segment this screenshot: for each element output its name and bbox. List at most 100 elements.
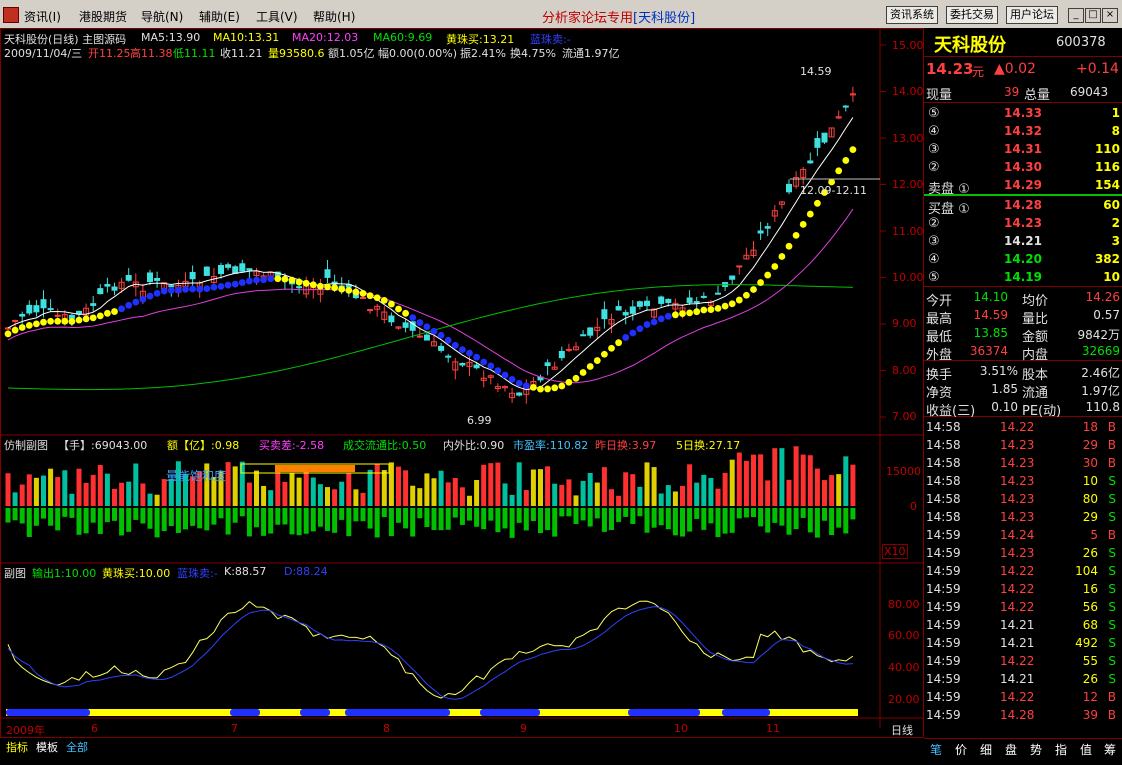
sell-level-3[interactable]: ③ 14.31 110: [924, 140, 1122, 158]
buy-level-4[interactable]: ④ 14.20 382: [924, 250, 1122, 268]
blue-bead: [175, 286, 182, 294]
money-flow-bar: [48, 508, 54, 526]
tab-value[interactable]: 值: [1080, 741, 1092, 758]
buy-level-1[interactable]: 买盘 ① 14.28 60: [924, 196, 1122, 217]
menu-news[interactable]: 资讯(I): [24, 8, 61, 25]
menu-help[interactable]: 帮助(H): [313, 8, 355, 25]
money-flow-bar: [317, 508, 323, 527]
money-flow-bar: [396, 508, 401, 523]
blue-bead: [487, 362, 495, 370]
price-tick: 9.00: [892, 317, 917, 330]
menu-tools[interactable]: 工具(V): [256, 8, 298, 25]
buy-level-3[interactable]: ③ 14.21 3: [924, 232, 1122, 250]
candle-body: [68, 314, 75, 319]
signal-strip-blue: [480, 709, 540, 716]
menu-hk-futures[interactable]: 港股期货: [79, 8, 127, 25]
app-icon[interactable]: [3, 7, 19, 23]
money-flow-bar: [722, 508, 728, 534]
sell-level-2[interactable]: ② 14.30 116: [924, 158, 1122, 176]
money-flow-bar: [239, 508, 245, 517]
trade-button[interactable]: 委托交易: [946, 6, 998, 24]
stock-name: 天科股份: [934, 35, 1006, 56]
tick-row: 14:58 14.23 10 S: [924, 472, 1122, 490]
tab-chips[interactable]: 筹: [1104, 741, 1116, 758]
tick-side: B: [1107, 690, 1116, 704]
tab-detail[interactable]: 细: [980, 741, 992, 758]
tick-row: 14:58 14.23 80 S: [924, 490, 1122, 508]
tab-indicator[interactable]: 指标: [6, 739, 28, 755]
candle-body: [736, 265, 743, 268]
volume-bar: [445, 482, 451, 506]
yellow-bead: [714, 304, 722, 312]
tab-trend[interactable]: 势: [1030, 741, 1042, 758]
candle-body: [111, 286, 118, 291]
money-flow-bar: [147, 508, 153, 529]
money-flow-bar: [303, 508, 309, 534]
ohlc-date: 2009/11/04/三: [4, 47, 83, 60]
period-label[interactable]: 日线: [891, 722, 913, 738]
tab-trades[interactable]: 笔: [930, 741, 942, 758]
quote-panel: 天科股份 600378 14.23 元 ▲0.02 +0.14 现量 39 总量…: [924, 28, 1122, 764]
tick-price: 14.23: [1000, 492, 1035, 506]
vol-title[interactable]: 仿制副图: [4, 437, 48, 453]
yellow-bead: [707, 306, 715, 313]
buy-level-2[interactable]: ② 14.23 2: [924, 214, 1122, 232]
candle-body: [97, 288, 104, 295]
tab-template[interactable]: 模板: [36, 739, 58, 755]
menu-nav[interactable]: 导航(N): [141, 8, 183, 25]
money-flow-bar: [33, 508, 39, 526]
tick-time: 14:59: [926, 654, 961, 668]
yellow-bead: [849, 146, 857, 154]
tick-row: 14:59 14.21 492 S: [924, 634, 1122, 652]
yellow-bead: [47, 317, 54, 325]
news-system-button[interactable]: 资讯系统: [886, 6, 938, 24]
book-level: 卖盘 ①: [928, 182, 970, 197]
yellow-bead: [757, 279, 764, 286]
sell-level-4[interactable]: ④ 14.32 8: [924, 122, 1122, 140]
menu-bar: 资讯(I) 港股期货 导航(N) 辅助(E) 工具(V) 帮助(H) 分析家论坛…: [0, 0, 1122, 29]
tab-all[interactable]: 全部: [66, 739, 88, 755]
candle-body: [438, 345, 445, 351]
forum-button[interactable]: 用户论坛: [1006, 6, 1058, 24]
tab-index[interactable]: 指: [1055, 741, 1067, 758]
tab-book[interactable]: 盘: [1005, 741, 1017, 758]
yellow-bead: [601, 350, 608, 358]
candle-body: [388, 315, 395, 323]
maximize-button[interactable]: □: [1085, 8, 1101, 23]
volume-bar: [807, 455, 813, 506]
money-flow-bar: [140, 508, 146, 524]
close-button[interactable]: ×: [1102, 8, 1118, 23]
book-level: ⑤: [928, 106, 940, 121]
candle-body: [693, 301, 700, 304]
minimize-button[interactable]: _: [1068, 8, 1084, 23]
money-flow-bar: [694, 508, 700, 519]
money-flow-bar: [282, 508, 288, 525]
menu-assist[interactable]: 辅助(E): [199, 8, 240, 25]
candle-body: [786, 183, 792, 193]
buy-level-5[interactable]: ⑤ 14.19 10: [924, 268, 1122, 287]
tick-volume: 55: [1082, 654, 1098, 668]
money-flow-bar: [55, 508, 61, 531]
candle-body: [90, 303, 97, 306]
money-flow-bar: [644, 508, 650, 533]
time-label: 7: [231, 722, 238, 735]
volume-bar: [765, 480, 771, 506]
kd-tick: 60.00: [888, 629, 920, 642]
chart-canvas[interactable]: [0, 28, 924, 738]
volume-bar: [552, 483, 558, 506]
book-price: 14.23: [1004, 216, 1042, 230]
sell-level-5[interactable]: ⑤ 14.33 1: [924, 104, 1122, 122]
sell-level-1[interactable]: 卖盘 ① 14.29 154: [924, 176, 1122, 197]
money-flow-bar: [793, 508, 799, 530]
money-flow-bar: [743, 508, 749, 518]
yellow-bead: [735, 296, 743, 304]
candle-body: [764, 226, 771, 229]
blue-bead: [231, 280, 239, 288]
blue-bead: [153, 289, 161, 297]
time-label: 11: [766, 722, 780, 735]
tab-price[interactable]: 价: [955, 741, 967, 758]
fund-label: 收益(三): [926, 404, 976, 419]
kd-title[interactable]: 副图: [4, 565, 26, 581]
money-flow-bar: [616, 508, 622, 522]
volume-bar: [325, 487, 330, 506]
